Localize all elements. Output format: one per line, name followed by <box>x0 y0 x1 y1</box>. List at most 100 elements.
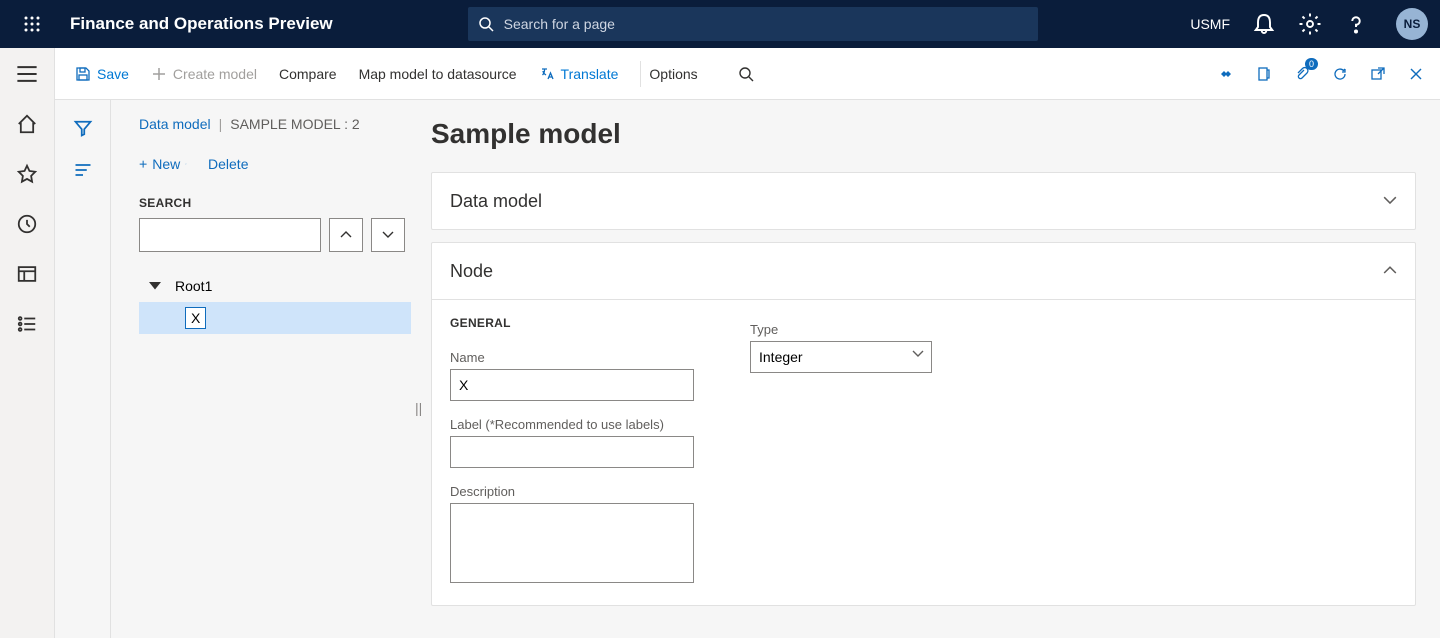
sort-icon <box>73 160 93 180</box>
nav-hamburger[interactable] <box>16 63 38 85</box>
tree-search-input[interactable] <box>139 218 321 252</box>
help-icon <box>1344 12 1368 36</box>
description-label: Description <box>450 484 1397 499</box>
splitter-handle[interactable]: || <box>415 400 422 416</box>
new-button[interactable]: New <box>139 156 187 172</box>
chevron-up-icon <box>1383 266 1397 275</box>
tree: Root1 X <box>139 270 411 334</box>
translate-icon <box>539 66 555 82</box>
workspace-icon <box>16 263 38 285</box>
settings-button[interactable] <box>1298 12 1322 36</box>
topbar-right: USMF NS <box>1190 8 1428 40</box>
sort-button[interactable] <box>73 160 93 180</box>
attachments-button[interactable]: 0 <box>1292 64 1312 84</box>
search-label: SEARCH <box>139 196 411 210</box>
connector-button[interactable] <box>1216 64 1236 84</box>
clock-icon <box>16 213 38 235</box>
open-office-icon <box>1256 66 1272 82</box>
avatar[interactable]: NS <box>1396 8 1428 40</box>
delete-button[interactable]: Delete <box>203 156 248 172</box>
search-row <box>139 218 411 252</box>
tree-toolbar: New Delete <box>139 156 411 172</box>
popout-button[interactable] <box>1368 64 1388 84</box>
caret-icon[interactable] <box>149 278 161 294</box>
side-column <box>55 100 111 638</box>
left-nav <box>0 48 55 638</box>
description-field[interactable] <box>450 503 694 583</box>
new-label: New <box>152 156 180 172</box>
command-bar: Save Create model Compare Map model to d… <box>55 48 1440 100</box>
card-node: Node GENERAL Name Type <box>431 242 1416 606</box>
global-search[interactable]: Search for a page <box>468 7 1038 41</box>
compare-label: Compare <box>279 66 337 82</box>
map-model-label: Map model to datasource <box>359 66 517 82</box>
plus-icon <box>151 66 167 82</box>
search-next-button[interactable] <box>371 218 405 252</box>
card-node-header[interactable]: Node <box>432 243 1415 299</box>
translate-label: Translate <box>561 66 619 82</box>
chevron-down-icon <box>185 161 187 167</box>
breadcrumb-current: SAMPLE MODEL : 2 <box>230 116 359 132</box>
label-field[interactable] <box>450 436 694 468</box>
hamburger-icon <box>16 63 38 85</box>
card-data-model-title: Data model <box>450 191 542 212</box>
type-select[interactable] <box>750 341 932 373</box>
popout-icon <box>1370 66 1386 82</box>
attachment-badge: 0 <box>1305 58 1318 70</box>
save-icon <box>75 66 91 82</box>
compare-button[interactable]: Compare <box>279 66 337 82</box>
type-value[interactable] <box>750 341 932 373</box>
options-button[interactable]: Options <box>649 66 697 82</box>
notifications-button[interactable] <box>1252 12 1276 36</box>
search-placeholder: Search for a page <box>504 16 615 32</box>
save-button[interactable]: Save <box>75 66 129 82</box>
chevron-down-icon <box>1383 196 1397 205</box>
filter-icon <box>73 118 93 138</box>
chevron-up-icon <box>340 231 352 239</box>
home-icon <box>16 113 38 135</box>
help-button[interactable] <box>1344 12 1368 36</box>
tree-node-root[interactable]: Root1 <box>139 270 411 302</box>
map-model-button[interactable]: Map model to datasource <box>359 66 517 82</box>
diamond-icon <box>1218 66 1234 82</box>
breadcrumb-link[interactable]: Data model <box>139 116 211 132</box>
topbar: Finance and Operations Preview Search fo… <box>0 0 1440 48</box>
card-data-model-header[interactable]: Data model <box>432 173 1415 229</box>
name-label: Name <box>450 350 694 365</box>
search-prev-button[interactable] <box>329 218 363 252</box>
main: Data model | SAMPLE MODEL : 2 New Delete… <box>55 100 1440 638</box>
star-icon <box>16 163 38 185</box>
content: Data model | SAMPLE MODEL : 2 New Delete… <box>111 100 1440 638</box>
list-icon <box>16 313 38 335</box>
label-label: Label (*Recommended to use labels) <box>450 417 1397 432</box>
caret-down-icon <box>149 279 161 291</box>
delete-label: Delete <box>208 156 248 172</box>
refresh-button[interactable] <box>1330 64 1350 84</box>
page-search-button[interactable] <box>738 66 754 82</box>
nav-favorites[interactable] <box>16 163 38 185</box>
card-node-title: Node <box>450 261 493 282</box>
tree-node-selected[interactable]: X <box>139 302 411 334</box>
translate-button[interactable]: Translate <box>539 66 619 82</box>
card-data-model: Data model <box>431 172 1416 230</box>
filter-button[interactable] <box>73 118 93 138</box>
search-icon <box>738 66 754 82</box>
card-node-body: GENERAL Name Type <box>432 299 1415 605</box>
nav-workspaces[interactable] <box>16 263 38 285</box>
nav-home[interactable] <box>16 113 38 135</box>
tree-root-label: Root1 <box>175 278 212 294</box>
breadcrumb-separator: | <box>219 116 223 132</box>
nav-recent[interactable] <box>16 213 38 235</box>
close-icon <box>1408 66 1424 82</box>
create-model-label: Create model <box>173 66 257 82</box>
detail-pane: Sample model Data model Node GENERAL Nam… <box>411 100 1440 638</box>
app-launcher[interactable] <box>12 4 52 44</box>
office-button[interactable] <box>1254 64 1274 84</box>
bell-icon <box>1252 12 1276 36</box>
close-button[interactable] <box>1406 64 1426 84</box>
name-field[interactable] <box>450 369 694 401</box>
nav-modules[interactable] <box>16 313 38 335</box>
chevron-down-icon <box>382 231 394 239</box>
company-label[interactable]: USMF <box>1190 16 1230 32</box>
page-title: Sample model <box>431 118 1416 150</box>
